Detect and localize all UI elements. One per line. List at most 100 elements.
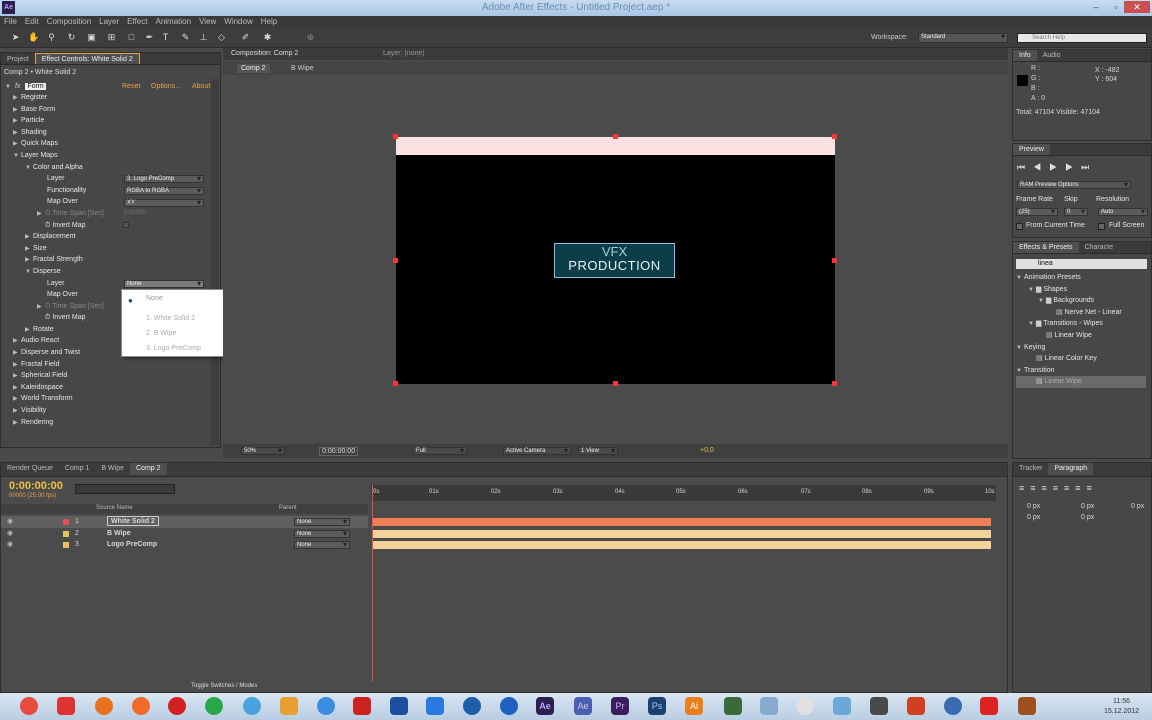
tree-animation-presets[interactable]: ▼ Animation Presets [1016,272,1146,284]
menu-help[interactable]: Help [257,16,281,27]
space-before-value[interactable]: 0 px [1027,514,1040,521]
parent-select[interactable]: None [294,529,350,538]
tree-linear-wipe-effect[interactable]: ▤ Linear Wipe [1016,376,1146,388]
timeline-search-input[interactable] [75,484,175,494]
axis-icon[interactable]: ⊕ [305,32,316,43]
tree-linear-wipe-preset[interactable]: ▤ Linear Wipe [1016,330,1146,342]
workspace-select[interactable]: Standard [918,33,1008,43]
tree-linear-color-key[interactable]: ▤ Linear Color Key [1016,353,1146,365]
menu-file[interactable]: File [0,16,21,27]
layer-name[interactable]: White Solid 2 [107,516,159,526]
tab-character[interactable]: Characte [1079,242,1119,253]
handle[interactable] [832,381,837,386]
layer-name[interactable]: B Wipe [107,528,131,540]
label-color[interactable] [63,519,69,525]
space-after-value[interactable]: 0 px [1081,514,1094,521]
selection-tool-icon[interactable]: ➤ [10,32,21,43]
layer-name[interactable]: Logo PreComp [107,539,157,551]
prop-fractal-strength[interactable]: ▶ Fractal Strength [13,254,213,266]
playhead[interactable] [372,485,373,681]
maximize-button[interactable]: ▫ [1106,1,1126,13]
menu-view[interactable]: View [195,16,220,27]
options-link[interactable]: Options... [151,81,181,92]
app-icon-arp[interactable] [426,697,444,715]
tab-render-queue[interactable]: Render Queue [1,463,59,475]
indent-left-value[interactable]: 0 px [1027,503,1040,510]
effects-search-input[interactable]: linea [1016,259,1147,269]
tree-keying[interactable]: ▼ Keying [1016,342,1146,354]
zoom-tool-icon[interactable]: ⚲ [46,32,57,43]
tab-effects-presets[interactable]: Effects & Presets [1013,242,1079,253]
tab-composition[interactable]: Composition: Comp 2 [231,50,298,57]
playback-controls[interactable]: ⏮◀▶▶⏭ [1017,162,1097,173]
resolution-select-preview[interactable]: Auto [1098,208,1148,216]
hand-tool-icon[interactable]: ✋ [28,32,39,43]
popup-item-none[interactable]: None [146,295,163,302]
handle[interactable] [393,134,398,139]
prop-disperse[interactable]: ▼ Disperse [13,266,213,278]
tab-tracker[interactable]: Tracker [1013,463,1048,475]
app-icon-white[interactable] [796,697,814,715]
tab-audio[interactable]: Audio [1037,50,1067,61]
prop-color-and-alpha[interactable]: ▼ Color and Alpha [13,162,213,174]
puppet-tool-icon[interactable]: ✱ [262,32,273,43]
tree-shapes[interactable]: ▼ ▆ Shapes [1016,284,1146,296]
ae-alt-icon[interactable]: Ae [574,697,592,715]
yandex-icon[interactable] [57,697,75,715]
menu-window[interactable]: Window [220,16,256,27]
parent-select[interactable]: None [294,541,350,549]
menu-composition[interactable]: Composition [43,16,95,27]
tab-comp1[interactable]: Comp 1 [59,463,96,475]
app-icon-ball[interactable] [500,697,518,715]
prop-particle[interactable]: ▶ Particle [13,115,213,127]
app-icon-cup[interactable] [833,697,851,715]
prop-fractal-field[interactable]: ▶ Fractal Field [13,359,213,371]
tree-backgrounds[interactable]: ▼ ▆ Backgrounds [1016,295,1146,307]
app-icon-orange[interactable] [907,697,925,715]
prop-world-transform[interactable]: ▶ World Transform [13,393,213,405]
clone-tool-icon[interactable]: ⊥ [198,32,209,43]
frame-rate-select[interactable]: (25) [1016,208,1058,216]
layer-row-2[interactable]: ◉ 2 B Wipe None [1,528,368,540]
menu-effect[interactable]: Effect [123,16,151,27]
layer-row-3[interactable]: ◉ 3 Logo PreComp None [1,539,368,551]
app-icon-light[interactable] [760,697,778,715]
app-icon-red2[interactable] [980,697,998,715]
skype-icon[interactable] [243,697,261,715]
handle[interactable] [393,381,398,386]
ca-layer-select[interactable]: 3. Logo PreComp [124,175,204,183]
app-icon-blue[interactable] [390,697,408,715]
menu-animation[interactable]: Animation [151,16,195,27]
utorrent-icon[interactable] [205,697,223,715]
chrome-icon[interactable] [20,697,38,715]
layer-bar-3[interactable] [373,541,991,549]
prop-shading[interactable]: ▶ Shading [13,127,213,139]
toggle-switches-modes[interactable]: Toggle Switches / Modes [191,683,257,689]
tab-paragraph[interactable]: Paragraph [1048,463,1094,475]
collapse-icon[interactable]: ▼ [5,82,13,93]
minimize-button[interactable]: – [1086,1,1106,13]
zoom-select[interactable]: 50% [241,447,285,455]
type-tool-icon[interactable]: T [160,32,171,43]
handle[interactable] [832,258,837,263]
photoshop-icon[interactable]: Ps [648,697,666,715]
prop-spherical-field[interactable]: ▶ Spherical Field [13,370,213,382]
prop-register[interactable]: ▶ Register [13,92,213,104]
exposure-value[interactable]: +0,0 [700,447,714,454]
disperse-layer-select[interactable]: None [124,280,204,288]
ie-icon[interactable] [317,697,335,715]
left-scrollbar[interactable] [211,79,219,445]
app-icon-green[interactable] [724,697,742,715]
camera-tool-icon[interactable]: ▣ [86,32,97,43]
clock[interactable]: 11:56 15.12.2012 [1104,697,1139,717]
eraser-tool-icon[interactable]: ◇ [216,32,227,43]
menu-layer[interactable]: Layer [95,16,123,27]
prop-time-span[interactable]: ▶ ⏱ Time Span [Sec] [13,208,213,220]
prop-displacement[interactable]: ▶ Displacement [13,231,213,243]
firefox-icon[interactable] [95,697,113,715]
pan-behind-tool-icon[interactable]: ⊞ [106,32,117,43]
layer-bar-2[interactable] [373,530,991,538]
timecode-display[interactable]: 0:00:00:00 [319,447,359,456]
eye-icon[interactable]: ◉ [7,516,13,528]
prop-quick-maps[interactable]: ▶ Quick Maps [13,138,213,150]
